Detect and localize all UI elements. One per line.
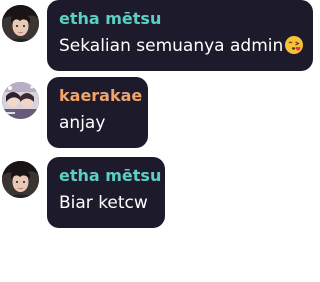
message-username[interactable]: kaerakae: [59, 86, 142, 106]
message-username[interactable]: etha mētsu: [59, 166, 161, 186]
kissing-face-emoji-icon: [284, 35, 304, 55]
message-bubble: etha mētsu Sekalian semuanya admin: [47, 0, 313, 71]
message-text: Sekalian semuanya admin: [59, 35, 304, 57]
message-bubble: kaerakae anjay: [47, 77, 148, 148]
chat-message-list: etha mētsu Sekalian semuanya admin kaera…: [0, 0, 320, 282]
message-text: anjay: [59, 113, 106, 133]
message-text: Biar ketcw: [59, 193, 148, 213]
user-avatar[interactable]: [2, 5, 39, 42]
user-avatar[interactable]: [2, 82, 39, 119]
message-bubble: etha mētsu Biar ketcw: [47, 157, 165, 228]
message-username[interactable]: etha mētsu: [59, 9, 301, 29]
user-avatar[interactable]: [2, 161, 39, 198]
message-text-content: Sekalian semuanya admin: [59, 36, 284, 56]
